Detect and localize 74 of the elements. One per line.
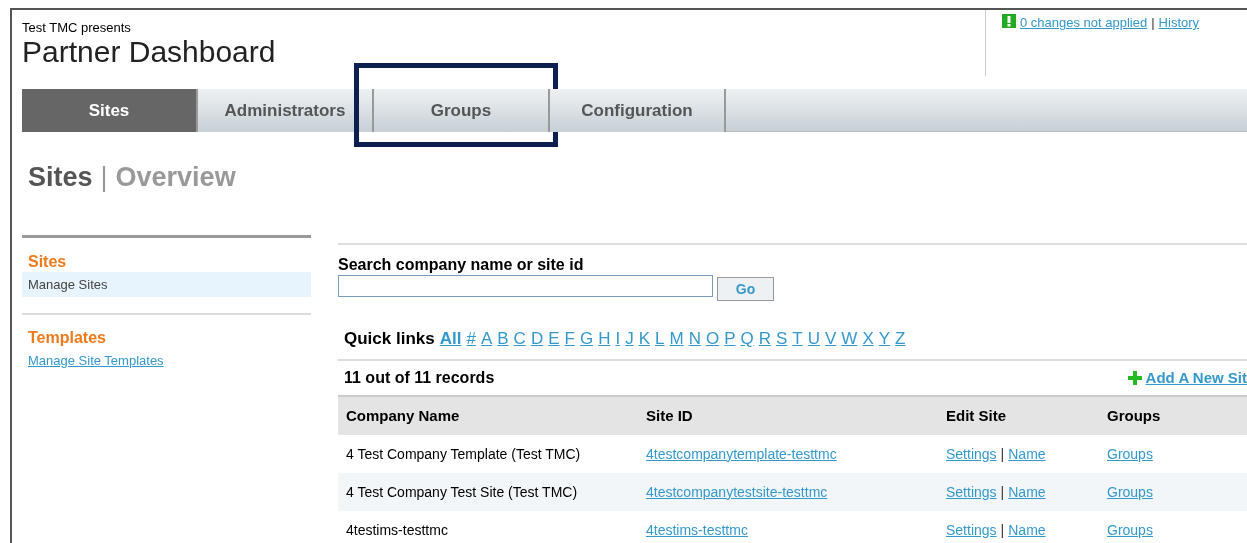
quick-link[interactable]: R <box>758 326 771 352</box>
groups-link[interactable]: Groups <box>1107 445 1153 462</box>
quick-link[interactable]: O <box>705 326 720 352</box>
sidebar-item[interactable]: Manage Sites <box>22 272 311 297</box>
history-link[interactable]: History <box>1158 13 1200 33</box>
quick-link[interactable]: U <box>807 326 820 352</box>
name-link[interactable]: Name <box>1008 443 1046 465</box>
site-id-link[interactable]: 4testcompanytestsite-testtmc <box>646 483 828 500</box>
nav-tab[interactable]: Sites <box>22 89 198 132</box>
changes-link[interactable]: 0 changes not applied <box>1020 13 1148 33</box>
site-id-link[interactable]: 4testcompanytemplate-testtmc <box>646 445 837 462</box>
section-title: Sites <box>28 160 93 194</box>
table-cell: 4 Test Company Test Site (Test TMC) <box>346 483 578 500</box>
quick-link[interactable]: W <box>841 326 858 352</box>
column-header: Groups <box>1107 405 1162 426</box>
quick-link[interactable]: A <box>480 326 493 352</box>
table-cell: 4 Test Company Template (Test TMC) <box>346 445 581 462</box>
quick-link[interactable]: V <box>825 326 837 352</box>
sidebar-heading: Templates <box>27 328 107 348</box>
quick-link[interactable]: H <box>598 326 611 352</box>
warning-icon <box>1002 14 1016 28</box>
search-label: Search company name or site id <box>338 255 585 275</box>
table-cell: 4testims-testtmc <box>346 521 448 538</box>
nav-tab[interactable]: Administrators <box>198 89 374 132</box>
site-id-link[interactable]: 4testims-testtmc <box>646 521 748 538</box>
groups-link[interactable]: Groups <box>1107 483 1153 500</box>
quick-links-label: Quick links <box>344 328 435 351</box>
quick-link[interactable]: B <box>497 326 509 352</box>
quick-link[interactable]: D <box>530 326 544 352</box>
quick-link[interactable]: P <box>724 326 736 352</box>
separator-text: | <box>1000 444 1005 464</box>
nav-tab[interactable]: Configuration <box>550 89 726 132</box>
settings-link[interactable]: Settings <box>946 519 997 541</box>
column-header: Company Name <box>346 405 461 426</box>
sidebar-heading: Sites <box>27 252 68 272</box>
settings-link[interactable]: Settings <box>946 443 997 465</box>
quick-link[interactable]: F <box>564 326 575 352</box>
groups-link[interactable]: Groups <box>1107 521 1153 538</box>
quick-link[interactable]: Q <box>740 326 754 352</box>
quick-link[interactable]: Y <box>878 326 891 352</box>
quick-link[interactable]: J <box>625 326 634 352</box>
quick-link[interactable]: C <box>513 326 526 352</box>
quick-link[interactable]: Z <box>895 326 906 352</box>
separator-text: | <box>1000 482 1005 502</box>
presenter-text: Test TMC presents <box>22 20 132 36</box>
quick-link[interactable]: K <box>638 326 650 352</box>
quick-link[interactable]: M <box>669 326 684 352</box>
quick-link[interactable]: X <box>862 326 874 352</box>
quick-link[interactable]: All <box>439 326 462 352</box>
quick-link[interactable]: # <box>466 326 476 352</box>
quick-link[interactable]: N <box>688 326 701 352</box>
quick-link[interactable]: I <box>615 326 621 352</box>
column-header: Site ID <box>646 405 694 426</box>
separator-text: | <box>1151 14 1155 32</box>
nav-tab[interactable]: Groups <box>374 89 550 132</box>
add-site-link[interactable]: Add A New Sit <box>1145 366 1247 390</box>
quick-link[interactable]: S <box>776 326 788 352</box>
settings-link[interactable]: Settings <box>946 481 997 503</box>
dashboard-title: Partner Dashboard <box>22 36 277 68</box>
name-link[interactable]: Name <box>1008 519 1046 541</box>
name-link[interactable]: Name <box>1008 481 1046 503</box>
quick-link[interactable]: L <box>655 326 665 352</box>
quick-link[interactable]: T <box>792 326 803 352</box>
quick-link[interactable]: G <box>579 326 594 352</box>
section-subtitle: Overview <box>115 160 236 194</box>
column-header: Edit Site <box>946 405 1007 426</box>
title-separator: | <box>100 160 108 194</box>
search-field[interactable] <box>338 275 713 297</box>
records-count: 11 out of 11 records <box>344 368 495 388</box>
separator-text: | <box>1000 520 1005 540</box>
plus-icon <box>1127 371 1142 385</box>
quick-link[interactable]: E <box>548 326 560 352</box>
sidebar-item[interactable]: Manage Site Templates <box>22 348 311 373</box>
go-button[interactable]: Go <box>717 277 774 301</box>
